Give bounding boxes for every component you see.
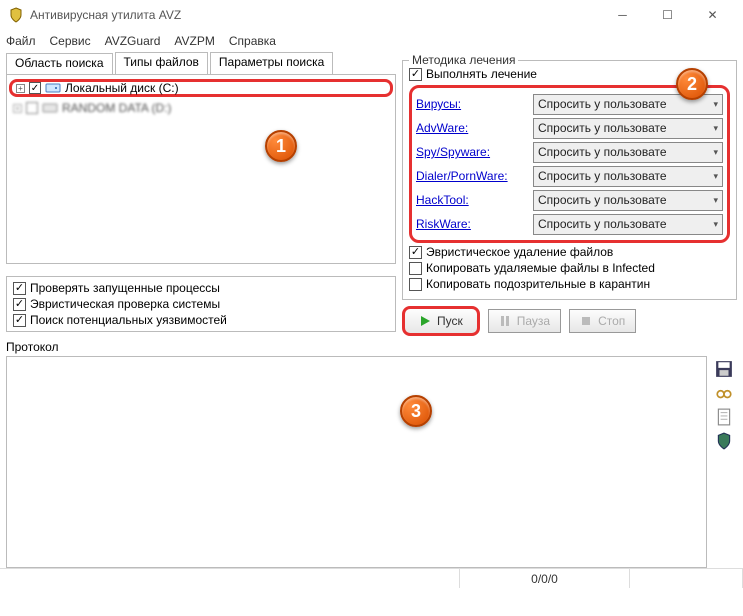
- minimize-button[interactable]: ─: [600, 1, 645, 29]
- drive-d-label: RANDOM DATA (D:): [62, 101, 172, 115]
- menu-avzpm[interactable]: AVZPM: [174, 34, 214, 48]
- play-icon: [419, 315, 431, 327]
- shield-icon[interactable]: [715, 432, 733, 450]
- drive-tree-panel: + ✓ Локальный диск (C:) + RANDOM DATA (D…: [6, 74, 396, 264]
- select-riskware[interactable]: Спросить у пользовате▾: [533, 214, 723, 235]
- tab-search-area[interactable]: Область поиска: [6, 53, 113, 75]
- annotation-badge-2: 2: [676, 68, 708, 100]
- menu-file[interactable]: Файл: [6, 34, 36, 48]
- label-virus[interactable]: Вирусы:: [416, 97, 461, 111]
- check-processes[interactable]: Проверять запущенные процессы: [13, 281, 389, 295]
- left-checks: Проверять запущенные процессы Эвристичес…: [6, 276, 396, 332]
- pause-icon: [499, 315, 511, 327]
- tree-expand-icon[interactable]: +: [16, 84, 25, 93]
- pause-button[interactable]: Пауза: [488, 309, 561, 333]
- drive-item-c[interactable]: + ✓ Локальный диск (C:): [9, 79, 393, 97]
- annotation-badge-3: 3: [400, 395, 432, 427]
- treatment-title: Методика лечения: [409, 53, 518, 67]
- annotation-badge-1: 1: [265, 130, 297, 162]
- titlebar: Антивирусная утилита AVZ ─ ☐ ✕: [0, 0, 743, 30]
- app-icon: [8, 7, 24, 23]
- statusbar: 0/0/0: [0, 568, 743, 588]
- drive-icon: [45, 82, 61, 94]
- select-advware[interactable]: Спросить у пользовате▾: [533, 118, 723, 139]
- check-copy-infected[interactable]: Копировать удаляемые файлы в Infected: [409, 261, 730, 275]
- label-dialer[interactable]: Dialer/PornWare:: [416, 169, 508, 183]
- label-hacktool[interactable]: HackTool:: [416, 193, 469, 207]
- select-hacktool[interactable]: Спросить у пользовате▾: [533, 190, 723, 211]
- drive-item-d[interactable]: + RANDOM DATA (D:): [13, 99, 389, 117]
- tab-search-params[interactable]: Параметры поиска: [210, 52, 333, 74]
- tree-expand-icon[interactable]: +: [13, 104, 22, 113]
- check-vulns[interactable]: Поиск потенциальных уязвимостей: [13, 313, 389, 327]
- drive-c-label: Локальный диск (C:): [65, 81, 179, 95]
- tab-file-types[interactable]: Типы файлов: [115, 52, 208, 74]
- control-buttons: Пуск Пауза Стоп: [402, 306, 737, 336]
- glasses-icon[interactable]: [715, 384, 733, 402]
- close-button[interactable]: ✕: [690, 1, 735, 29]
- treatment-options: Вирусы: Спросить у пользовате▾ AdvWare: Сп…: [409, 85, 730, 243]
- chevron-down-icon: ▾: [713, 123, 718, 134]
- drive-d-checkbox[interactable]: [26, 102, 38, 114]
- chevron-down-icon: ▾: [713, 99, 718, 110]
- label-spy[interactable]: Spy/Spyware:: [416, 145, 490, 159]
- stop-button[interactable]: Стоп: [569, 309, 636, 333]
- left-tabs: Область поиска Типы файлов Параметры пои…: [6, 52, 396, 74]
- label-riskware[interactable]: RiskWare:: [416, 217, 471, 231]
- select-dialer[interactable]: Спросить у пользовате▾: [533, 166, 723, 187]
- protocol-sidebar: [711, 356, 737, 568]
- stop-icon: [580, 315, 592, 327]
- save-icon[interactable]: [715, 360, 733, 378]
- protocol-label: Протокол: [6, 340, 737, 354]
- check-heuristic-delete[interactable]: Эвристическое удаление файлов: [409, 245, 730, 259]
- status-counts: 0/0/0: [460, 569, 630, 588]
- menu-avzguard[interactable]: AVZGuard: [105, 34, 161, 48]
- check-heuristic[interactable]: Эвристическая проверка системы: [13, 297, 389, 311]
- menu-help[interactable]: Справка: [229, 34, 276, 48]
- start-button[interactable]: Пуск: [402, 306, 480, 336]
- drive-c-checkbox[interactable]: ✓: [29, 82, 41, 94]
- document-icon[interactable]: [715, 408, 733, 426]
- menubar: Файл Сервис AVZGuard AVZPM Справка: [0, 30, 743, 52]
- window-title: Антивирусная утилита AVZ: [30, 8, 600, 22]
- chevron-down-icon: ▾: [713, 171, 718, 182]
- chevron-down-icon: ▾: [713, 195, 718, 206]
- protocol-panel: [6, 356, 707, 568]
- chevron-down-icon: ▾: [713, 219, 718, 230]
- chevron-down-icon: ▾: [713, 147, 718, 158]
- menu-service[interactable]: Сервис: [50, 34, 91, 48]
- select-spy[interactable]: Спросить у пользовате▾: [533, 142, 723, 163]
- check-copy-quarantine[interactable]: Копировать подозрительные в карантин: [409, 277, 730, 291]
- maximize-button[interactable]: ☐: [645, 1, 690, 29]
- drive-icon: [42, 102, 58, 114]
- label-advware[interactable]: AdvWare:: [416, 121, 468, 135]
